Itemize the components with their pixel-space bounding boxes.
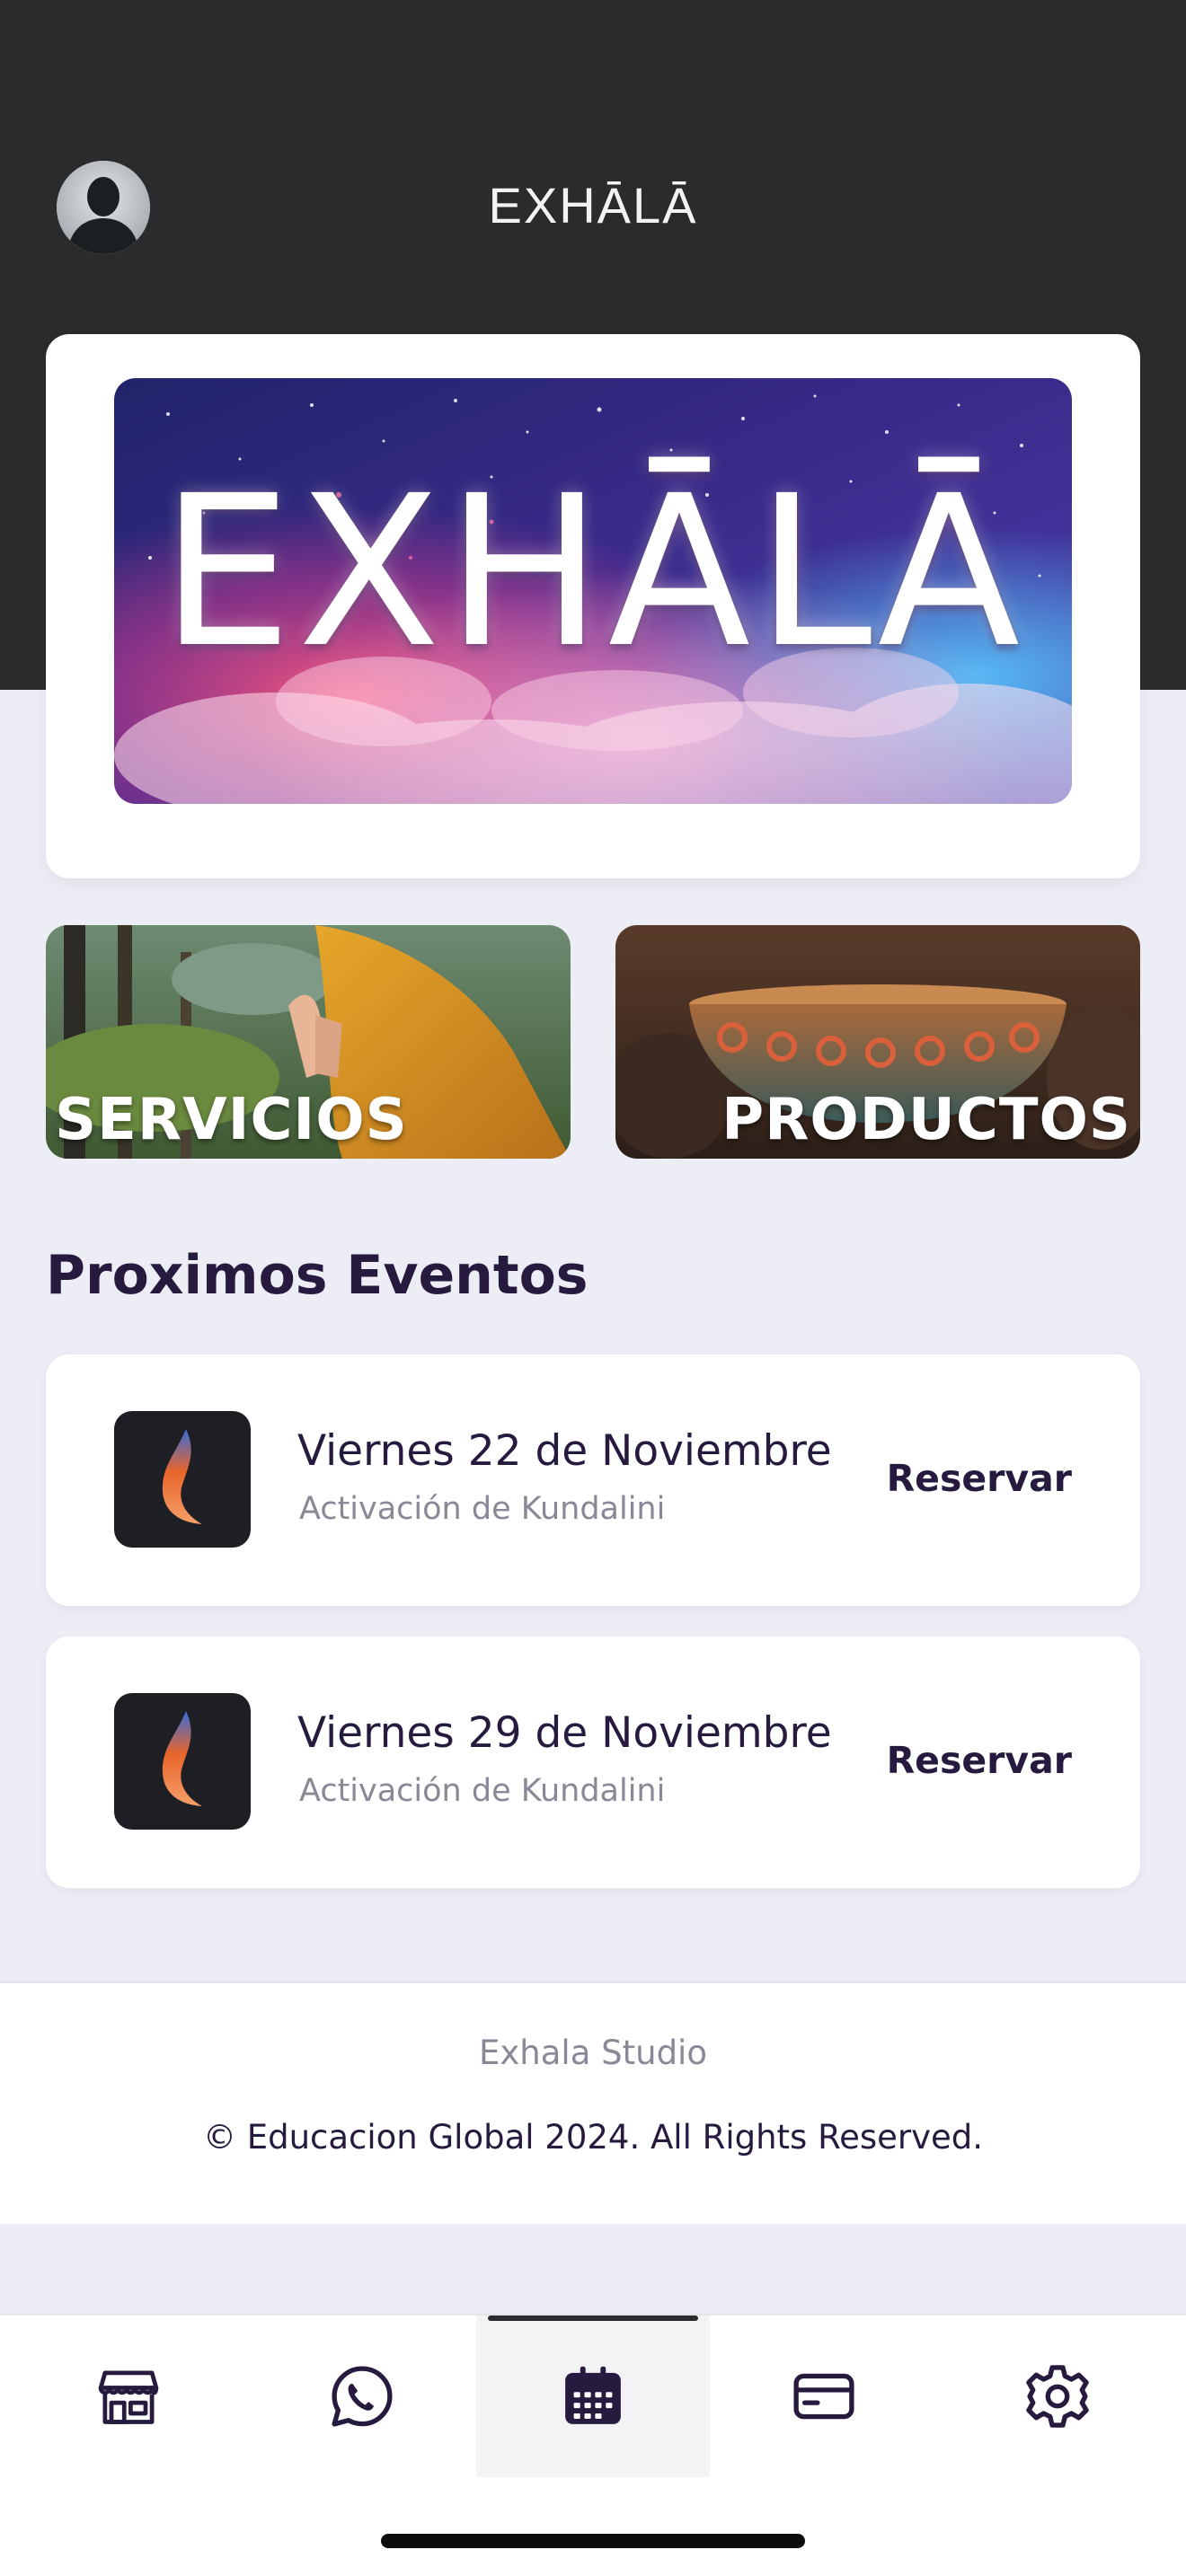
servicios-tile[interactable]: SERVICIOS xyxy=(46,925,571,1159)
events-section-title: Proximos Eventos xyxy=(46,1244,589,1307)
flame-icon xyxy=(162,1711,202,1806)
flame-icon xyxy=(162,1429,202,1524)
event-thumbnail xyxy=(114,1693,251,1830)
footer-copyright: © Educacion Global 2024. All Rights Rese… xyxy=(202,2118,984,2157)
app-title: EXHĀLĀ xyxy=(488,177,698,234)
tab-settings[interactable] xyxy=(941,2316,1174,2477)
credit-card-icon xyxy=(793,2373,854,2420)
tab-store[interactable] xyxy=(12,2316,245,2477)
whatsapp-icon xyxy=(332,2366,393,2427)
event-subtitle: Activación de Kundalini xyxy=(299,1491,666,1527)
hero-card: EXHĀLĀ xyxy=(46,334,1140,878)
calendar-icon xyxy=(565,2366,621,2424)
event-card[interactable]: Viernes 29 de Noviembre Activación de Ku… xyxy=(46,1636,1140,1888)
hero-banner-text: EXHĀLĀ xyxy=(160,451,1026,693)
reserve-button[interactable]: Reservar xyxy=(887,1457,1072,1500)
hero-banner[interactable]: EXHĀLĀ xyxy=(114,378,1072,804)
event-thumbnail xyxy=(114,1411,251,1548)
event-subtitle: Activación de Kundalini xyxy=(299,1773,666,1809)
tab-payments[interactable] xyxy=(707,2316,941,2477)
productos-tile[interactable]: PRODUCTOS xyxy=(615,925,1140,1159)
event-date: Viernes 29 de Noviembre xyxy=(297,1708,832,1758)
reserve-button[interactable]: Reservar xyxy=(887,1739,1072,1782)
footer: Exhala Studio © Educacion Global 2024. A… xyxy=(0,1981,1186,2224)
event-date: Viernes 22 de Noviembre xyxy=(297,1426,832,1476)
home-indicator xyxy=(381,2534,805,2548)
event-card[interactable]: Viernes 22 de Noviembre Activación de Ku… xyxy=(46,1354,1140,1606)
store-icon xyxy=(98,2370,159,2424)
tab-calendar[interactable] xyxy=(476,2316,710,2477)
tab-whatsapp[interactable] xyxy=(245,2316,479,2477)
gear-icon xyxy=(1026,2365,1089,2428)
footer-studio-name: Exhala Studio xyxy=(479,2033,707,2072)
productos-label: PRODUCTOS xyxy=(721,1087,1131,1153)
servicios-label: SERVICIOS xyxy=(55,1087,408,1153)
